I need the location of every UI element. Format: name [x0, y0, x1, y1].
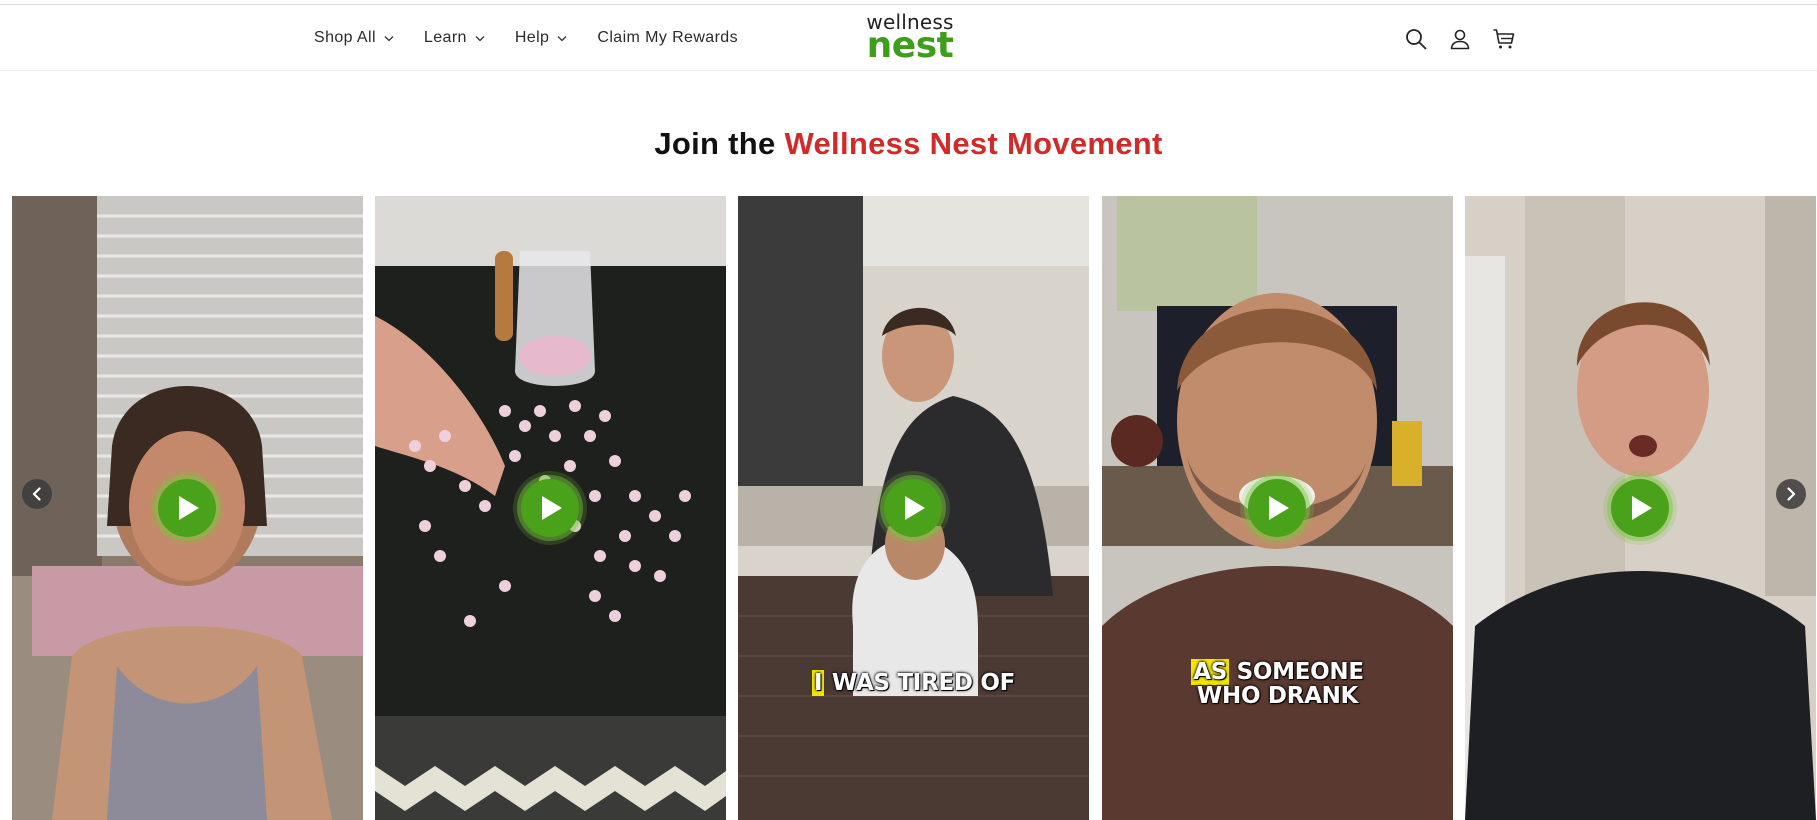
- nav-help[interactable]: Help: [515, 29, 568, 47]
- brand-logo[interactable]: wellness nest: [864, 12, 956, 66]
- play-icon: [542, 496, 562, 520]
- video-caption: I WAS TIRED OF: [738, 670, 1089, 696]
- play-button[interactable]: [521, 479, 579, 537]
- play-icon: [1632, 496, 1652, 520]
- play-icon: [905, 496, 925, 520]
- video-card-4[interactable]: AS SOMEONE WHO DRANK: [1102, 196, 1453, 820]
- search-icon[interactable]: [1404, 27, 1428, 51]
- header-icons: [1404, 27, 1516, 51]
- play-button[interactable]: [884, 479, 942, 537]
- nav-learn-label: Learn: [423, 29, 467, 46]
- site-header: Shop All Learn Help Claim My Rewards wel…: [0, 5, 1817, 71]
- play-icon: [179, 496, 199, 520]
- play-button[interactable]: [158, 479, 216, 537]
- logo-nest-text: nest: [866, 25, 954, 66]
- main-nav: Shop All Learn Help Claim My Rewards: [314, 29, 738, 47]
- chevron-down-icon: [384, 35, 394, 41]
- caption-highlight: AS: [1191, 659, 1229, 685]
- nav-shop-all-label: Shop All: [314, 29, 376, 46]
- video-card-3[interactable]: I WAS TIRED OF: [738, 196, 1089, 820]
- carousel-next-button[interactable]: [1776, 479, 1806, 509]
- caption-text: WAS TIRED OF: [824, 670, 1016, 696]
- nav-learn[interactable]: Learn: [424, 29, 485, 47]
- account-icon[interactable]: [1448, 27, 1472, 51]
- video-carousel: I WAS TIRED OF AS SOMEONE WHO DRANK: [12, 196, 1817, 820]
- carousel-prev-button[interactable]: [22, 479, 52, 509]
- section-title-accent: Wellness Nest Movement: [784, 126, 1163, 161]
- nav-claim-rewards-label: Claim My Rewards: [597, 29, 739, 46]
- chevron-right-icon: [1787, 487, 1796, 501]
- cart-icon[interactable]: [1492, 27, 1516, 51]
- section-title-plain: Join the: [654, 126, 785, 161]
- chevron-down-icon: [557, 35, 567, 41]
- video-card-1[interactable]: [12, 196, 363, 820]
- nav-shop-all[interactable]: Shop All: [314, 29, 394, 47]
- section-title: Join the Wellness Nest Movement: [0, 126, 1817, 162]
- play-button[interactable]: [1611, 479, 1669, 537]
- video-card-2[interactable]: [375, 196, 726, 820]
- play-icon: [1269, 496, 1289, 520]
- chevron-down-icon: [475, 35, 485, 41]
- play-button[interactable]: [1248, 479, 1306, 537]
- nav-help-label: Help: [514, 29, 550, 46]
- nav-claim-rewards[interactable]: Claim My Rewards: [597, 29, 738, 47]
- caption-highlight: I: [811, 670, 825, 696]
- video-caption: AS SOMEONE WHO DRANK: [1102, 659, 1453, 708]
- video-card-5[interactable]: [1465, 196, 1816, 820]
- chevron-left-icon: [32, 487, 41, 501]
